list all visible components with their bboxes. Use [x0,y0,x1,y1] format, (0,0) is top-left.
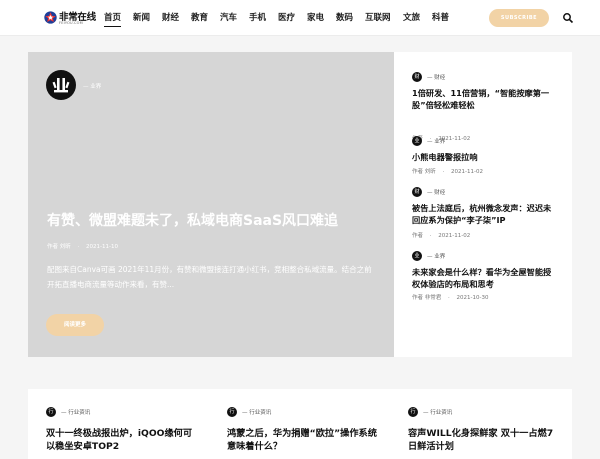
category-glyph-icon [52,78,70,93]
side-article-category[interactable]: — 业界 [427,137,445,145]
card-category[interactable]: — 行业资讯 [242,408,271,416]
card-category[interactable]: — 行业资讯 [61,408,90,416]
nav-item-education[interactable]: 教育 [191,11,208,23]
meta-dot: · [77,244,80,250]
category-badge: 行 [227,407,237,417]
nav-item-appliance[interactable]: 家电 [307,11,324,23]
site-logo[interactable]: 非常在线 FEIYOU.COM [44,9,100,29]
side-article-title[interactable]: 未来家会是什么样？看华为全屋智能授权体验店的布局和思考 [412,266,557,290]
side-article-author: 作者 [412,233,424,239]
nav-item-finance[interactable]: 财经 [162,11,179,23]
article-card[interactable]: 行 — 行业资讯 双十一终极战报出炉，iQOO缘何可以稳坐安卓TOP2 [28,389,210,459]
card-category[interactable]: — 行业资讯 [423,408,452,416]
article-card[interactable]: 行 — 行业资讯 容声WILL化身探鲜家 双十一占燃7日鲜活计划 [390,389,572,459]
side-article-title[interactable]: 小熊电器警报拉响 [412,151,557,163]
category-badge: 行 [46,407,56,417]
nav-item-science[interactable]: 科普 [432,11,449,23]
card-title[interactable]: 双十一终极战报出炉，iQOO缘何可以稳坐安卓TOP2 [46,427,196,453]
card-title[interactable]: 容声WILL化身探鲜家 双十一占燃7日鲜活计划 [408,427,558,453]
logo-star-icon [44,11,57,24]
featured-title[interactable]: 有赞、微盟难题未了，私域电商SaaS风口难追 [47,210,387,230]
side-article-meta: 作者 非常君 · 2021-10-30 [412,293,488,301]
featured-date: 2021-11-10 [86,244,118,250]
side-article-category[interactable]: — 财经 [427,73,445,81]
side-article-date: 2021-11-02 [451,169,483,175]
featured-article[interactable]: — 业界 有赞、微盟难题未了，私域电商SaaS风口难追 作者 刘昕 · 2021… [28,52,394,357]
category-badge: 财 [412,187,422,197]
category-badge: 行 [408,407,418,417]
nav-item-auto[interactable]: 汽车 [220,11,237,23]
side-article-meta: 作者 · 2021-11-02 [412,231,470,239]
nav-item-travel[interactable]: 文旅 [403,11,420,23]
subscribe-button[interactable]: SUBSCRIBE [489,9,549,27]
side-article-meta: 作者 刘昕 · 2021-11-02 [412,167,483,175]
side-article-date: 2021-10-30 [456,295,489,301]
nav-item-medical[interactable]: 医疗 [278,11,295,23]
nav-item-digital[interactable]: 数码 [336,11,353,23]
side-article-author: 作者 非常君 [412,295,442,301]
category-avatar [46,70,76,100]
side-article-date: 2021-11-02 [438,233,471,239]
side-article-title[interactable]: 1倍研发、11倍营销，“智能按摩第一股”倍轻松难轻松 [412,87,557,111]
nav-item-mobile[interactable]: 手机 [249,11,266,23]
nav-item-home[interactable]: 首页 [104,11,122,27]
category-badge: 业 [412,136,422,146]
side-article-category[interactable]: — 财经 [427,188,445,196]
featured-excerpt: 配图来自Canva可画 2021年11月份，有赞和微盟接连打通小红书，竞相整合私… [47,265,372,289]
featured-category[interactable]: — 业界 [83,82,101,90]
category-badge: 财 [412,72,422,82]
featured-meta: 作者 刘昕 · 2021-11-10 [47,242,118,250]
featured-author: 作者 刘昕 [47,244,71,250]
site-header: 非常在线 FEIYOU.COM 首页 新闻 财经 教育 汽车 手机 医疗 家电 … [0,0,600,36]
side-article-title[interactable]: 被告上法庭后，杭州微念发声：迟迟未回应系为保护“李子柒”IP [412,202,557,226]
side-article-list: 财 — 财经 1倍研发、11倍营销，“智能按摩第一股”倍轻松难轻松 作者 · 2… [394,52,572,357]
side-article-author: 作者 刘昕 [412,169,436,175]
read-more-button[interactable]: 阅读更多 [46,314,104,336]
meta-dot: · [448,295,450,301]
nav-item-internet[interactable]: 互联网 [365,11,391,23]
side-article-category[interactable]: — 业界 [427,252,445,260]
nav-item-news[interactable]: 新闻 [133,11,150,23]
article-card[interactable]: 行 — 行业资讯 鸿蒙之后，华为捐赠“欧拉”操作系统意味着什么？ [209,389,391,459]
category-badge: 业 [412,251,422,261]
meta-dot: · [442,169,445,175]
card-title[interactable]: 鸿蒙之后，华为捐赠“欧拉”操作系统意味着什么？ [227,427,377,453]
logo-sub: FEIYOU.COM [59,21,83,25]
search-icon[interactable] [562,12,574,24]
meta-dot: · [429,233,432,239]
